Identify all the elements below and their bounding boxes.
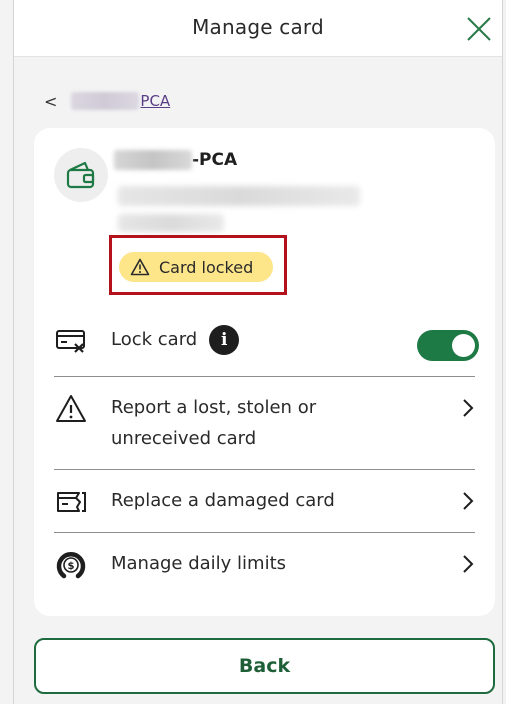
manage-card-panel: -PCA Card locked Lock card i Report a lo…	[34, 128, 495, 616]
card-lock-icon	[56, 330, 85, 353]
header: Manage card	[14, 0, 502, 57]
redacted-account-detail	[118, 214, 224, 232]
back-button[interactable]: Back	[34, 638, 495, 694]
warning-icon	[56, 395, 86, 422]
status-badge-label: Card locked	[159, 257, 254, 277]
account-name-suffix: -PCA	[192, 150, 238, 170]
wallet-icon	[66, 161, 95, 189]
redacted-account-type	[118, 186, 360, 206]
account-icon-circle	[54, 148, 108, 202]
replace-damaged-card-row[interactable]: Replace a damaged card	[54, 485, 475, 519]
svg-text:$: $	[68, 561, 75, 572]
app-frame: Manage card < PCA -PCA Card locked Lock …	[13, 0, 503, 704]
manage-daily-limits-label: Manage daily limits	[111, 553, 287, 574]
lock-card-toggle[interactable]	[417, 330, 479, 361]
warning-icon	[130, 258, 150, 276]
redacted-account-name	[114, 150, 192, 170]
redacted-account-number	[71, 92, 140, 110]
daily-limit-icon: $	[56, 552, 86, 579]
page-title: Manage card	[192, 15, 324, 39]
breadcrumb[interactable]: < PCA	[44, 90, 170, 112]
close-icon	[467, 17, 491, 41]
chevron-right-icon	[463, 492, 474, 510]
account-name: -PCA	[114, 150, 237, 170]
info-icon[interactable]: i	[209, 325, 240, 355]
report-lost-card-row[interactable]: Report a lost, stolen or unreceived card	[54, 392, 475, 454]
close-button[interactable]	[465, 15, 493, 43]
manage-daily-limits-row[interactable]: $ Manage daily limits	[54, 548, 475, 582]
report-lost-card-label: Report a lost, stolen or unreceived card	[111, 397, 317, 449]
replace-damaged-card-label: Replace a damaged card	[111, 490, 335, 511]
divider	[54, 469, 475, 470]
lock-card-label: Lock card	[111, 329, 198, 350]
breadcrumb-account-link[interactable]: PCA	[140, 92, 170, 110]
lock-card-row: Lock card i	[54, 324, 475, 358]
damaged-card-icon	[57, 492, 86, 512]
status-badge: Card locked	[119, 252, 273, 282]
divider	[54, 376, 475, 377]
back-chevron-icon: <	[44, 91, 58, 111]
chevron-right-icon	[463, 555, 474, 573]
divider	[54, 532, 475, 533]
toggle-knob	[452, 334, 475, 357]
chevron-right-icon	[463, 399, 474, 417]
